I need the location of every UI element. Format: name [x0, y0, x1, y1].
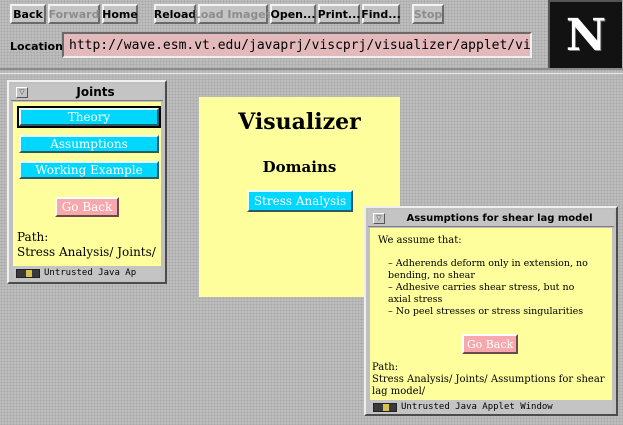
print-button[interactable]: Print... [318, 4, 360, 24]
netscape-logo-letter: N [565, 9, 607, 61]
assumptions-intro: We assume that: [378, 235, 462, 246]
domains-heading: Domains [262, 158, 337, 176]
forward-button[interactable]: Forward [48, 4, 100, 24]
joints-titlebar[interactable]: ▽ Joints [11, 84, 163, 101]
window-menu-icon[interactable]: ▽ [16, 86, 28, 98]
joints-window-title: Joints [76, 85, 115, 99]
visualizer-title: Visualizer [238, 109, 361, 135]
assumptions-content: We assume that: – Adherends deform only … [370, 228, 612, 400]
reload-button[interactable]: Reload [154, 4, 196, 24]
path-value: Stress Analysis/ Joints/ [17, 245, 156, 259]
broken-key-icon [16, 268, 40, 278]
path-value: Stress Analysis/ Joints/ Assumptions for… [372, 374, 605, 397]
location-label: Location: [10, 40, 68, 53]
assumptions-list: – Adherends deform only in extension, no… [374, 258, 600, 318]
working-example-button[interactable]: Working Example [19, 161, 159, 179]
joints-status-text: Untrusted Java Ap [44, 268, 137, 278]
assumption-item: – Adhesive carries shear stress, but no … [388, 282, 575, 305]
browser-toolbar: Back Forward Home Reload Load Images Ope… [0, 0, 623, 72]
joints-status-bar: Untrusted Java Ap [13, 266, 161, 280]
assumption-item: – No peel stresses or stress singulariti… [388, 306, 584, 317]
assumptions-window: ▽ Assumptions for shear lag model We ass… [364, 206, 618, 416]
go-back-button[interactable]: Go Back [462, 334, 518, 354]
back-button[interactable]: Back [10, 4, 46, 24]
load-images-button[interactable]: Load Images [194, 4, 272, 24]
joints-window: ▽ Joints Theory Assumptions Working Exam… [7, 80, 167, 284]
location-input[interactable]: http://wave.esm.vt.edu/javaprj/viscprj/v… [62, 32, 532, 58]
broken-key-icon [373, 402, 397, 412]
assumptions-window-title: Assumptions for shear lag model [406, 212, 593, 224]
assumptions-status-text: Untrusted Java Applet Window [401, 402, 553, 412]
stop-button[interactable]: Stop [412, 4, 444, 24]
stress-analysis-button[interactable]: Stress Analysis [247, 190, 353, 212]
theory-button[interactable]: Theory [17, 106, 161, 128]
home-button[interactable]: Home [102, 4, 138, 24]
netscape-logo: N [548, 0, 622, 68]
assumptions-status-bar: Untrusted Java Applet Window [370, 400, 612, 414]
assumptions-button[interactable]: Assumptions [19, 135, 159, 153]
open-button[interactable]: Open... [270, 4, 316, 24]
path-label: Path: [17, 230, 49, 244]
assumptions-titlebar[interactable]: ▽ Assumptions for shear lag model [368, 210, 614, 227]
joints-content: Theory Assumptions Working Example Go Ba… [13, 102, 161, 266]
assumption-item: – Adherends deform only in extension, no… [388, 258, 588, 281]
go-back-button[interactable]: Go Back [55, 197, 119, 217]
window-menu-icon[interactable]: ▽ [373, 212, 385, 224]
find-button[interactable]: Find... [361, 4, 401, 24]
path-label: Path: [372, 362, 399, 373]
toolbar-divider [0, 68, 623, 74]
